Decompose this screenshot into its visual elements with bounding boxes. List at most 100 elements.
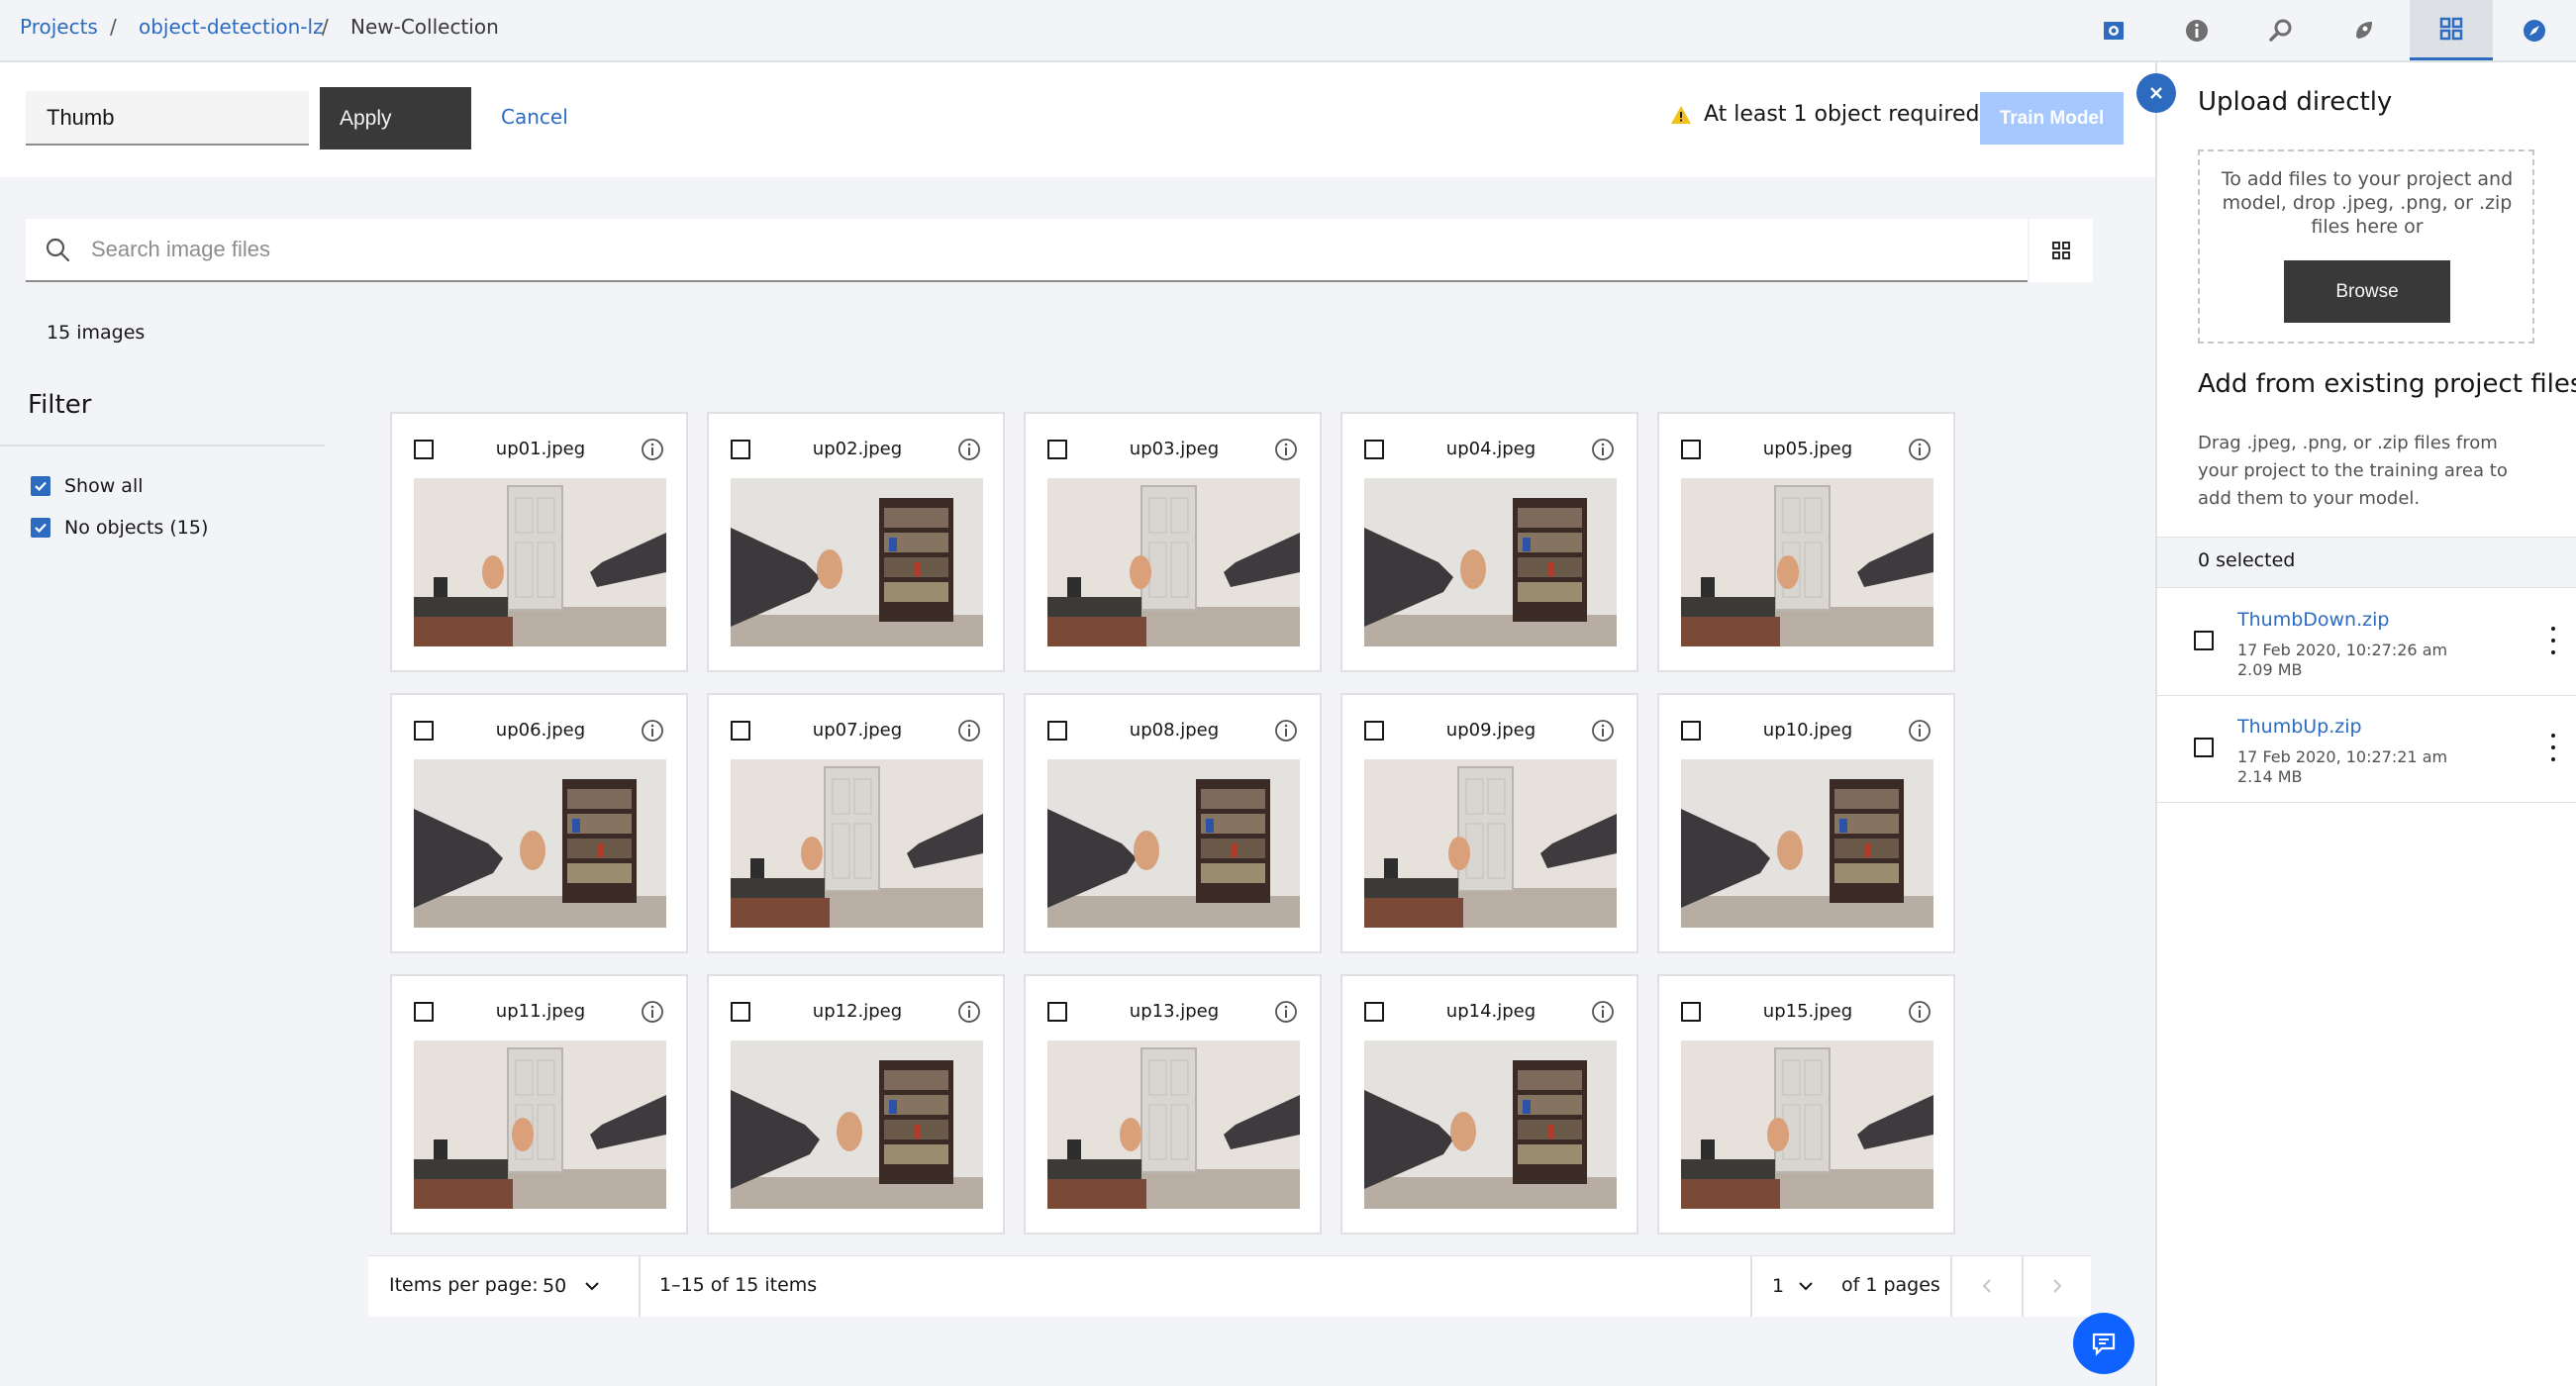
info-icon[interactable] xyxy=(1274,1000,1298,1024)
image-thumbnail xyxy=(414,759,666,928)
cancel-link[interactable]: Cancel xyxy=(501,105,568,129)
screenshot-button[interactable] xyxy=(2072,0,2155,60)
image-tile[interactable]: up15.jpeg xyxy=(1657,974,1955,1235)
search-bar xyxy=(26,219,2028,282)
file-checkbox[interactable] xyxy=(2194,738,2214,757)
image-tile[interactable]: up14.jpeg xyxy=(1340,974,1638,1235)
info-icon[interactable] xyxy=(1591,719,1615,742)
image-thumbnail xyxy=(731,759,983,928)
filter-show-all[interactable]: Show all xyxy=(31,475,144,497)
image-tile[interactable]: up12.jpeg xyxy=(707,974,1005,1235)
image-file-name: up09.jpeg xyxy=(1445,720,1536,741)
deploy-tab[interactable] xyxy=(2323,0,2406,60)
image-thumbnail xyxy=(1681,759,1933,928)
filter-divider xyxy=(0,445,325,446)
screenshot-icon xyxy=(2104,21,2124,40)
settings-search-icon xyxy=(2269,19,2292,42)
info-icon[interactable] xyxy=(641,1000,664,1024)
browse-button[interactable]: Browse xyxy=(2284,260,2450,323)
file-row[interactable]: ThumbDown.zip 17 Feb 2020, 10:27:26 am 2… xyxy=(2157,589,2576,696)
checkbox-checked[interactable] xyxy=(31,518,50,538)
info-icon[interactable] xyxy=(1591,438,1615,461)
existing-files-title: Add from existing project files xyxy=(2198,369,2576,399)
search-input[interactable] xyxy=(91,237,1972,262)
image-tile[interactable]: up04.jpeg xyxy=(1340,412,1638,672)
next-page-button[interactable] xyxy=(2024,1255,2091,1317)
previous-page-button[interactable] xyxy=(1952,1255,2022,1317)
compass-tab[interactable] xyxy=(2493,0,2576,60)
image-checkbox[interactable] xyxy=(414,1002,434,1022)
apply-button[interactable]: Apply xyxy=(320,87,471,149)
image-checkbox[interactable] xyxy=(1364,440,1384,459)
filter-no-objects[interactable]: No objects (15) xyxy=(31,517,208,539)
file-name[interactable]: ThumbUp.zip xyxy=(2237,716,2362,738)
image-checkbox[interactable] xyxy=(1364,1002,1384,1022)
grid-view-toggle[interactable] xyxy=(2030,219,2093,282)
overflow-menu-icon[interactable] xyxy=(2548,627,2558,654)
breadcrumb-projects[interactable]: Projects xyxy=(20,14,98,40)
image-checkbox[interactable] xyxy=(1681,721,1701,741)
image-file-name: up06.jpeg xyxy=(495,720,586,741)
image-tile[interactable]: up01.jpeg xyxy=(390,412,688,672)
items-per-page-select[interactable]: 50 xyxy=(543,1263,622,1309)
chevron-right-icon xyxy=(2053,1279,2062,1293)
file-name[interactable]: ThumbDown.zip xyxy=(2237,609,2389,631)
train-model-button[interactable]: Train Model xyxy=(1980,92,2124,145)
breadcrumb-project[interactable]: object-detection-lz xyxy=(139,14,324,40)
image-tile[interactable]: up13.jpeg xyxy=(1024,974,1322,1235)
image-tile[interactable]: up07.jpeg xyxy=(707,693,1005,953)
settings-search-tab[interactable] xyxy=(2239,0,2323,60)
page-select[interactable]: 1 xyxy=(1772,1263,1822,1309)
image-checkbox[interactable] xyxy=(414,721,434,741)
image-tile[interactable]: up03.jpeg xyxy=(1024,412,1322,672)
info-icon[interactable] xyxy=(1274,719,1298,742)
image-thumbnail xyxy=(1364,1040,1617,1209)
image-checkbox[interactable] xyxy=(731,1002,750,1022)
image-tile[interactable]: up06.jpeg xyxy=(390,693,688,953)
image-thumbnail xyxy=(1047,478,1300,646)
checkbox-checked[interactable] xyxy=(31,476,50,496)
image-checkbox[interactable] xyxy=(1047,440,1067,459)
file-size: 2.09 MB xyxy=(2237,660,2303,679)
image-tile[interactable]: up05.jpeg xyxy=(1657,412,1955,672)
info-icon[interactable] xyxy=(957,438,981,461)
pagination-bar xyxy=(368,1255,2091,1317)
image-checkbox[interactable] xyxy=(1681,440,1701,459)
info-icon[interactable] xyxy=(641,719,664,742)
upload-title: Upload directly xyxy=(2198,87,2393,117)
info-icon[interactable] xyxy=(1908,438,1932,461)
image-file-name: up01.jpeg xyxy=(495,439,586,459)
file-row[interactable]: ThumbUp.zip 17 Feb 2020, 10:27:21 am 2.1… xyxy=(2157,696,2576,803)
search-icon xyxy=(46,238,70,262)
info-icon[interactable] xyxy=(1591,1000,1615,1024)
info-icon[interactable] xyxy=(957,1000,981,1024)
image-tile[interactable]: up08.jpeg xyxy=(1024,693,1322,953)
chat-button[interactable] xyxy=(2073,1313,2134,1374)
pager-divider xyxy=(639,1255,641,1317)
image-tile[interactable]: up09.jpeg xyxy=(1340,693,1638,953)
file-checkbox[interactable] xyxy=(2194,631,2214,650)
info-icon[interactable] xyxy=(957,719,981,742)
image-checkbox[interactable] xyxy=(1047,721,1067,741)
info-icon[interactable] xyxy=(1908,719,1932,742)
image-tile[interactable]: up02.jpeg xyxy=(707,412,1005,672)
image-checkbox[interactable] xyxy=(1364,721,1384,741)
pager-divider xyxy=(1750,1255,1752,1317)
info-tab[interactable] xyxy=(2155,0,2238,60)
breadcrumb-separator: / xyxy=(322,15,329,39)
info-icon[interactable] xyxy=(1274,438,1298,461)
close-panel-button[interactable] xyxy=(2136,73,2176,113)
image-tile[interactable]: up11.jpeg xyxy=(390,974,688,1235)
collection-name-input[interactable] xyxy=(26,91,309,146)
image-checkbox[interactable] xyxy=(414,440,434,459)
image-tile[interactable]: up10.jpeg xyxy=(1657,693,1955,953)
overflow-menu-icon[interactable] xyxy=(2548,734,2558,761)
info-icon[interactable] xyxy=(1908,1000,1932,1024)
info-icon[interactable] xyxy=(641,438,664,461)
image-checkbox[interactable] xyxy=(1047,1002,1067,1022)
image-checkbox[interactable] xyxy=(731,721,750,741)
image-checkbox[interactable] xyxy=(1681,1002,1701,1022)
chat-icon xyxy=(2092,1333,2116,1356)
dashboard-tab[interactable] xyxy=(2410,0,2493,60)
image-checkbox[interactable] xyxy=(731,440,750,459)
